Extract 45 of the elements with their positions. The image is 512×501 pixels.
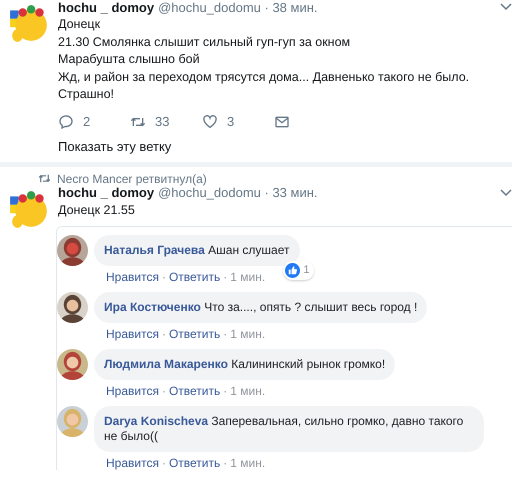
separator: · <box>162 327 166 341</box>
tweet-text: Жд, и район за переходом трясутся дома... Давненько такого не было. <box>58 68 470 86</box>
reply-icon <box>58 114 74 130</box>
comment-link[interactable]: Нравится <box>106 456 159 470</box>
separator: · <box>162 456 166 470</box>
tweet-text: 21.30 Смолянка слышит сильный гуп-гуп за окном <box>58 34 352 51</box>
chevron-icon[interactable] <box>500 188 512 196</box>
retweet-button[interactable]: 33 <box>130 114 202 130</box>
reply-button[interactable]: 2 <box>58 114 130 130</box>
comment-time: 1 мин. <box>230 327 266 341</box>
comment-link[interactable]: Ответить <box>168 270 220 284</box>
show-thread-link[interactable]: Показать эту ветку <box>58 138 512 154</box>
comment-time: 1 мин. <box>230 270 266 284</box>
retweet-note: Necro Mancer ретвитнул(а) <box>57 172 207 186</box>
comment-time: 1 мин. <box>230 456 266 470</box>
display-name[interactable]: hochu _ domoy <box>58 0 154 14</box>
comment-time: 1 мин. <box>230 384 266 398</box>
separator: · <box>223 270 228 284</box>
tweet-text: Страшно! <box>58 86 116 103</box>
chevron-icon[interactable] <box>500 3 512 11</box>
handle-and-time: @hochu_dodomu · 38 мин. <box>158 0 318 14</box>
comment-link[interactable]: Нравится <box>106 270 159 284</box>
display-name[interactable]: hochu _ domoy <box>58 185 154 200</box>
envelope-icon <box>274 114 290 130</box>
comment-bubble: Darya Konischeva Заперевальная, сильно громко, давно такого не было(( <box>94 406 484 452</box>
handle-and-time: @hochu_dodomu · 33 мин. <box>158 185 318 200</box>
heart-icon <box>202 114 218 130</box>
separator: · <box>162 270 166 284</box>
comment-link[interactable]: Ответить <box>168 456 220 470</box>
like-button[interactable]: 3 <box>202 114 274 130</box>
reaction-badge: 1 <box>283 261 314 280</box>
comment-link[interactable]: Ответить <box>168 384 220 398</box>
separator: · <box>223 384 228 398</box>
separator: · <box>223 327 228 341</box>
comment-link[interactable]: Нравится <box>106 327 159 341</box>
retweet-icon <box>38 173 51 184</box>
comment-bubble: Ира Костюченко Что за...., опять ? слышит весь город ! <box>94 292 428 323</box>
separator: · <box>162 384 166 398</box>
tweet-text: Донецк <box>58 16 102 33</box>
separator: · <box>223 456 228 470</box>
comment-link[interactable]: Ответить <box>168 327 220 341</box>
tweet-text: Донецк 21.55 <box>58 202 136 218</box>
comment-bubble: Людмила Макаренко Калининский рынок громко! <box>94 349 396 380</box>
tweet-text: Марабушта слышно бой <box>58 51 201 68</box>
comment-link[interactable]: Нравится <box>106 384 159 398</box>
